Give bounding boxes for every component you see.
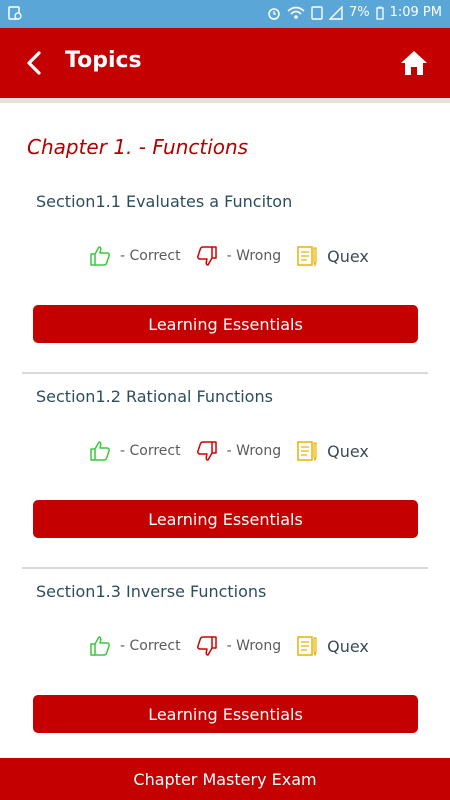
quex-label[interactable]: Quex — [327, 637, 369, 656]
learning-essentials-button[interactable]: Learning Essentials — [33, 305, 418, 343]
section-title[interactable]: Section1.2 Rational Functions — [36, 387, 273, 406]
back-arrow-icon[interactable] — [20, 48, 50, 78]
wrong-label: - Wrong — [226, 443, 282, 459]
quex-label[interactable]: Quex — [327, 247, 369, 266]
section-title[interactable]: Section1.1 Evaluates a Funciton — [36, 192, 292, 211]
learning-essentials-button[interactable]: Learning Essentials — [33, 500, 418, 538]
notepad-icon — [295, 634, 319, 658]
thumbs-up-icon — [88, 244, 112, 268]
section-divider — [22, 372, 428, 374]
thumbs-down-icon — [195, 634, 219, 658]
notepad-icon — [295, 244, 319, 268]
status-bar: 7% 1:09 PM — [0, 0, 450, 28]
notepad-icon — [295, 439, 319, 463]
thumbs-down-icon — [195, 244, 219, 268]
correct-label: - Correct — [120, 443, 181, 459]
section-title[interactable]: Section1.3 Inverse Functions — [36, 582, 266, 601]
home-icon[interactable] — [398, 47, 430, 79]
section-stats: - Correct - Wrong Quex — [88, 439, 369, 463]
thumbs-up-icon — [88, 634, 112, 658]
notification-icon — [8, 6, 22, 20]
battery-percent: 7% — [348, 5, 370, 20]
chapter-mastery-exam-button[interactable]: Chapter Mastery Exam — [0, 758, 450, 800]
thumbs-down-icon — [195, 439, 219, 463]
clock: 1:09 PM — [389, 5, 442, 20]
page-title: Topics — [65, 48, 142, 73]
correct-label: - Correct — [120, 638, 181, 654]
signal-icon — [328, 5, 343, 20]
correct-label: - Correct — [120, 248, 181, 264]
battery-icon — [375, 6, 384, 20]
learning-essentials-button[interactable]: Learning Essentials — [33, 695, 418, 733]
section-stats: - Correct - Wrong Quex — [88, 634, 369, 658]
app-bar-shadow — [0, 98, 450, 103]
section-stats: - Correct - Wrong Quex — [88, 244, 369, 268]
app-bar: Topics — [0, 28, 450, 98]
wifi-icon — [287, 6, 305, 19]
section-divider — [22, 567, 428, 569]
thumbs-up-icon — [88, 439, 112, 463]
chapter-title: Chapter 1. - Functions — [27, 135, 249, 159]
alarm-icon — [268, 7, 280, 20]
quex-label[interactable]: Quex — [327, 442, 369, 461]
sim-icon — [311, 5, 323, 20]
wrong-label: - Wrong — [226, 248, 282, 264]
wrong-label: - Wrong — [226, 638, 282, 654]
